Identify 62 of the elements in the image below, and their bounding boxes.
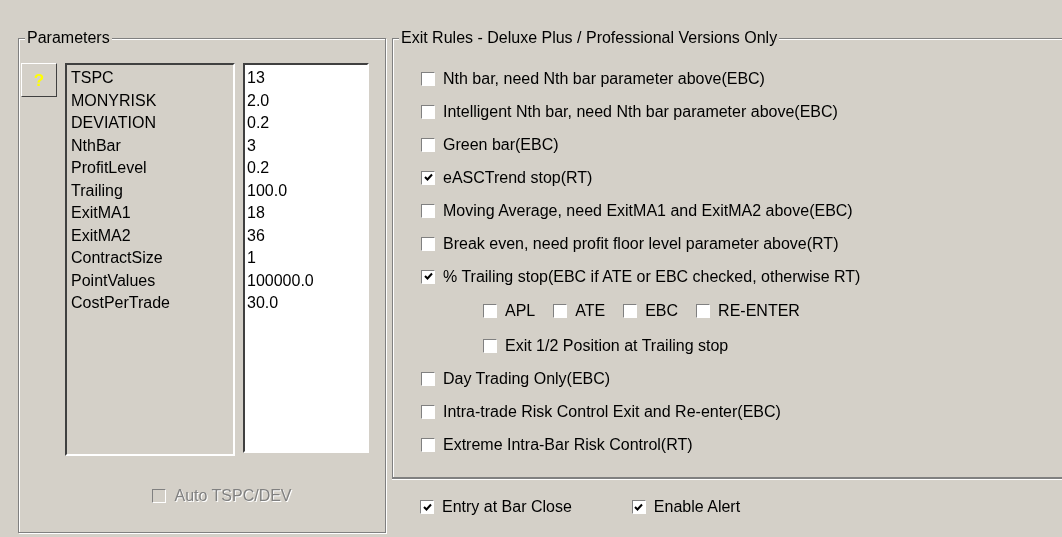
parameter-name: ProfitLevel [71,158,148,178]
checkbox-label: APL [505,301,536,321]
check-icon [423,173,433,182]
parameter-value[interactable]: 100.0 [247,179,367,202]
checkbox-label: ATE [575,301,606,321]
checkbox[interactable] [421,137,435,152]
check-icon [423,272,433,281]
checkbox-label: Green bar(EBC) [443,135,559,155]
checkbox[interactable] [483,303,497,318]
checkbox[interactable] [623,303,638,318]
parameter-name: TSPC [71,68,115,88]
parameter-name: PointValues [71,270,157,291]
checkbox-label: RE-ENTER [718,301,800,321]
checkbox-label: Extreme Intra-Bar Risk Control(RT) [443,435,693,455]
parameter-name: MONYRISK [71,90,158,111]
checkbox[interactable] [553,303,568,318]
parameter-value[interactable]: 1 [247,247,367,270]
checkbox[interactable] [421,404,435,419]
parameter-name: ExitMA1 [71,203,132,223]
checkbox[interactable] [420,500,434,515]
parameter-value[interactable]: 0.2 [247,112,367,135]
checkbox[interactable] [421,269,435,284]
checkbox-label: Entry at Bar Close [442,497,572,518]
check-icon [634,502,644,512]
checkbox-label: Enable Alert [653,497,741,518]
parameter-value[interactable]: 2.0 [247,89,367,112]
checkbox-label: Day Trading Only(EBC) [443,369,611,389]
parameter-value[interactable]: 30.0 [247,292,367,315]
parameter-name: NthBar [71,135,122,156]
checkbox-label: Exit 1/2 Position at Trailing stop [505,336,729,356]
checkbox[interactable] [696,303,711,318]
checkbox[interactable] [421,71,435,86]
checkbox[interactable] [421,104,435,119]
parameter-value[interactable]: 36 [247,224,367,247]
checkbox[interactable] [421,236,435,251]
checkbox-label: Intelligent Nth bar, need Nth bar parameter above(EBC) [443,102,838,122]
check-icon [422,502,432,512]
checkbox[interactable] [421,437,435,452]
parameter-name: Trailing [71,180,124,201]
parameter-name: DEVIATION [71,113,158,133]
parameter-name: ContractSize [71,248,164,268]
checkbox-label: Intra-trade Risk Control Exit and Re-enter(EBC) [443,402,781,422]
checkbox[interactable] [421,203,435,218]
checkbox-label: % Trailing stop(EBC if ATE or EBC checked, otherwise RT) [443,267,861,287]
checkbox-label: Nth bar, need Nth bar parameter above(EBC) [443,69,765,89]
checkbox[interactable] [421,170,435,185]
checkbox[interactable] [631,500,646,515]
checkbox-label: eASCTrend stop(RT) [443,168,593,188]
parameter-value[interactable]: 100000.0 [247,269,367,292]
parameter-value[interactable]: 13 [247,67,367,90]
parameter-name: CostPerTrade [71,293,171,313]
checkbox-label: EBC [645,301,679,321]
checkbox[interactable] [421,371,435,386]
parameter-name: ExitMA2 [71,225,132,246]
checkbox-label: Break even, need profit floor level parameter above(RT) [443,234,839,254]
parameter-value[interactable]: 3 [247,134,367,157]
group-title: Exit Rules - Deluxe Plus / Professional Versions Only [399,28,780,48]
checkbox-label: Auto TSPC/DEV [174,486,292,506]
parameter-value[interactable]: 0.2 [247,157,367,180]
checkbox[interactable] [483,338,497,353]
parameter-value[interactable]: 18 [247,202,367,225]
checkbox-label: Moving Average, need ExitMA1 and ExitMA2 above(EBC) [443,201,853,221]
